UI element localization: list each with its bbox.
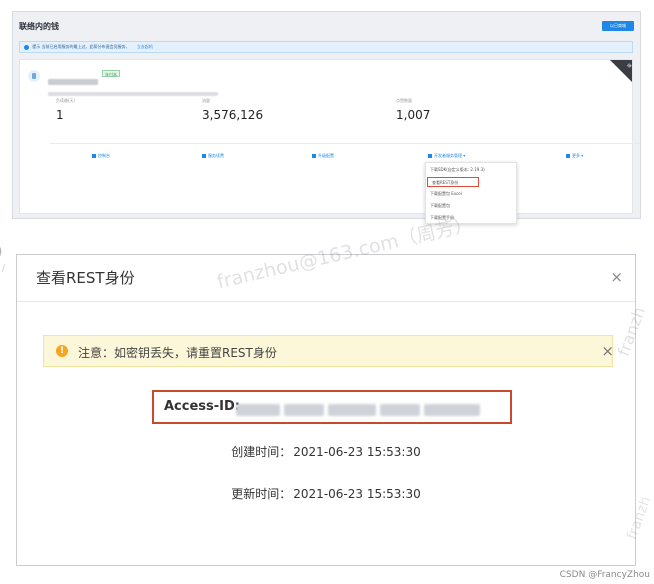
stat-value: 1,007 (396, 108, 431, 122)
dropdown-item-view-rest-identity[interactable]: 查看REST身份 (427, 177, 479, 187)
renew-icon (202, 154, 206, 158)
dropdown-item-download-config[interactable]: 下载配置包 (426, 201, 516, 211)
stat-label: 负续缴(天) (56, 98, 76, 103)
stat-likes: 点赞数量 1,007 (396, 98, 430, 122)
card-divider (50, 143, 640, 144)
updated-time-value: 2021-06-23 15:53:30 (293, 487, 421, 501)
csdn-credit: CSDN @FrancyZhou (559, 570, 650, 580)
notice-bar: 提示 当前已启用服务的最上过，此帮分布速会员服务， 立去起机 (19, 41, 633, 53)
more-icon (566, 154, 570, 158)
edge-bracket: ) (0, 244, 2, 260)
updated-time-label: 更新时间： (231, 487, 292, 501)
plan-badge: 年付本 (102, 70, 120, 77)
warning-icon: ! (56, 345, 68, 357)
stat-value: 3,576,126 (202, 108, 264, 122)
dev-services-dropdown: 下载SDK(自定义版本: 2.19.3) 查看REST身份 下载配置包 Exce… (425, 162, 517, 224)
action-console[interactable]: 控制台 (92, 153, 110, 159)
stat-days: 负续缴(天) 1 (56, 98, 75, 122)
access-id-label: Access-ID: (164, 399, 240, 414)
action-dev-services[interactable]: 开发者服务管理 ▾ (428, 153, 465, 159)
dialog-title: 查看REST身份 (36, 269, 135, 287)
stat-traffic: 流量 3,576,126 (202, 98, 263, 122)
warning-alert: ! 注意：如密钥丢失，请重置REST身份 × (43, 335, 614, 367)
action-upgrade[interactable]: 升级配置 (312, 153, 334, 159)
action-label: 服务续费 (208, 153, 224, 158)
close-icon[interactable]: × (610, 268, 623, 286)
rest-identity-dialog: 查看REST身份 × ! 注意：如密钥丢失，请重置REST身份 × Access… (16, 254, 636, 566)
stat-value: 1 (56, 108, 64, 122)
created-time-label: 创建时间： (231, 445, 292, 459)
stat-label: 流量 (202, 98, 210, 103)
access-id-value-blurred (236, 401, 484, 420)
warning-text: 注意：如密钥丢失，请重置REST身份 (78, 346, 277, 360)
dropdown-item-download-excel[interactable]: 下载配置包 Excel (426, 189, 516, 199)
console-title: 联络内的钱 (19, 22, 59, 31)
dropdown-item-download-sdk[interactable]: 下载SDK(自定义版本: 2.19.3) (426, 165, 516, 175)
info-icon (24, 44, 29, 50)
console-top-button[interactable]: 以已商城 (602, 21, 634, 31)
console-icon (92, 154, 96, 158)
console-screenshot: 联络内的钱 以已商城 提示 当前已启用服务的最上过，此帮分布速会员服务， 立去起… (12, 11, 641, 224)
warning-close-icon[interactable]: × (601, 342, 614, 360)
created-time-row: 创建时间： 2021-06-23 15:53:30 (17, 443, 635, 460)
upgrade-icon (312, 154, 316, 158)
dev-icon (428, 154, 432, 158)
notice-link[interactable]: 立去起机 (137, 44, 153, 49)
dialog-divider (17, 301, 635, 302)
stat-label: 点赞数量 (396, 98, 412, 103)
updated-time-row: 更新时间： 2021-06-23 15:53:30 (17, 485, 635, 502)
access-id-highlight: Access-ID: (152, 390, 512, 424)
action-more[interactable]: 更多 ▾ (566, 153, 583, 159)
dropdown-item-download-manual[interactable]: 下载配置手册 (426, 213, 516, 223)
notice-text: 提示 当前已启用服务的最上过，此帮分布速会员服务， (32, 44, 130, 49)
action-renew[interactable]: 服务续费 (202, 153, 224, 159)
app-card: 拼 年付本 负续缴(天) 1 流量 3,576,126 点赞数量 1,007 控… (19, 59, 640, 224)
edge-slash: / (2, 264, 6, 274)
action-label: 更多 (572, 153, 580, 158)
action-label: 升级配置 (318, 153, 334, 158)
action-label: 开发者服务管理 (434, 153, 462, 158)
app-icon (28, 70, 40, 82)
created-time-value: 2021-06-23 15:53:30 (293, 445, 421, 459)
action-label: 控制台 (98, 153, 110, 158)
